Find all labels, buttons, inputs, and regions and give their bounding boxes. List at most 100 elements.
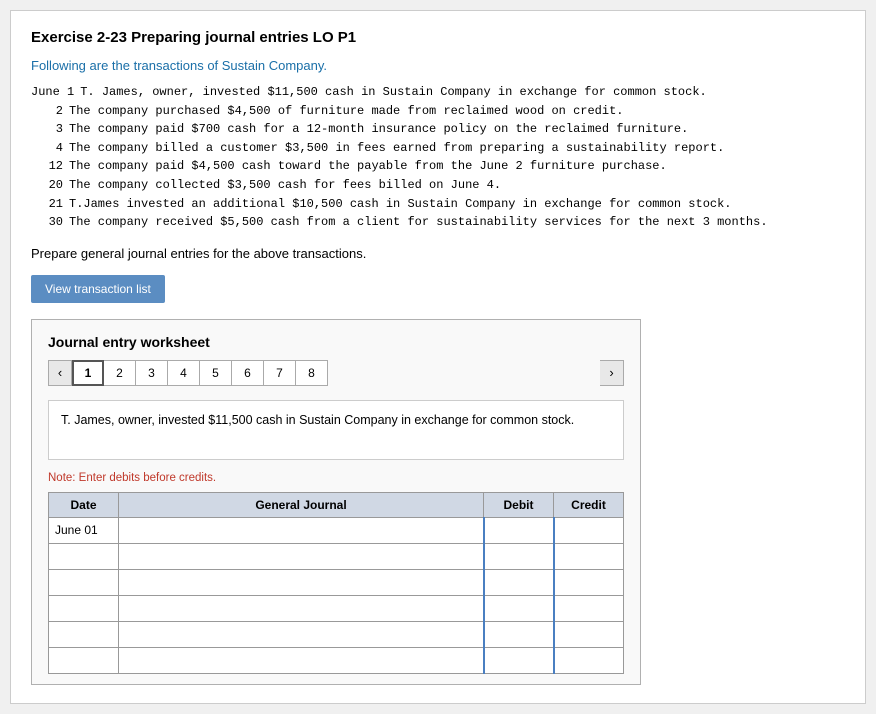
cell-journal[interactable] [119,569,484,595]
cell-credit[interactable] [554,517,624,543]
cell-debit[interactable] [484,621,554,647]
worksheet-box: Journal entry worksheet ‹ 12345678 › T. … [31,319,641,685]
worksheet-title: Journal entry worksheet [48,334,624,350]
tabs-row: ‹ 12345678 › [48,360,624,386]
debit-input[interactable] [491,544,547,569]
tabs-container: 12345678 [72,360,328,386]
journal-input[interactable] [125,622,477,647]
transaction-text: T.James invested an additional $10,500 c… [69,195,845,214]
transaction-text: The company purchased $4,500 of furnitur… [69,102,845,121]
cell-journal[interactable] [119,621,484,647]
credit-input[interactable] [561,518,618,543]
transaction-text: The company collected $3,500 cash for fe… [69,176,845,195]
journal-tbody: June 01 [49,517,624,673]
journal-table: Date General Journal Debit Credit June 0… [48,492,624,674]
cell-credit[interactable] [554,543,624,569]
transaction-text: The company paid $700 cash for a 12-mont… [69,120,845,139]
transaction-text: The company billed a customer $3,500 in … [69,139,845,158]
cell-date [49,595,119,621]
transaction-description: T. James, owner, invested $11,500 cash i… [48,400,624,460]
cell-debit[interactable] [484,569,554,595]
table-row [49,647,624,673]
cell-date [49,647,119,673]
credit-input[interactable] [561,596,618,621]
cell-date: June 01 [49,517,119,543]
transaction-line: 3The company paid $700 cash for a 12-mon… [31,120,845,139]
cell-date [49,621,119,647]
cell-date [49,543,119,569]
debit-input[interactable] [491,648,547,673]
cell-debit[interactable] [484,647,554,673]
col-header-credit: Credit [554,492,624,517]
col-header-date: Date [49,492,119,517]
journal-input[interactable] [125,544,477,569]
debit-input[interactable] [491,596,547,621]
transaction-line: 30The company received $5,500 cash from … [31,213,845,232]
cell-debit[interactable] [484,543,554,569]
transaction-num: 21 [31,195,69,214]
cell-debit[interactable] [484,517,554,543]
transactions-block: June 1T. James, owner, invested $11,500 … [31,83,845,232]
cell-credit[interactable] [554,569,624,595]
tab-button-7[interactable]: 7 [264,360,296,386]
tab-button-2[interactable]: 2 [104,360,136,386]
tab-prev-button[interactable]: ‹ [48,360,72,386]
page-container: Exercise 2-23 Preparing journal entries … [10,10,866,704]
transaction-num: 4 [31,139,69,158]
tab-button-8[interactable]: 8 [296,360,328,386]
cell-debit[interactable] [484,595,554,621]
table-row [49,569,624,595]
cell-credit[interactable] [554,647,624,673]
debit-input[interactable] [491,518,547,543]
transaction-num: 3 [31,120,69,139]
exercise-title: Exercise 2-23 Preparing journal entries … [31,29,845,46]
transaction-line: June 1T. James, owner, invested $11,500 … [31,83,845,102]
tab-button-6[interactable]: 6 [232,360,264,386]
transaction-num: 12 [31,157,69,176]
table-row: June 01 [49,517,624,543]
debit-input[interactable] [491,622,547,647]
transaction-num: 2 [31,102,69,121]
tab-button-1[interactable]: 1 [72,360,104,386]
credit-input[interactable] [561,570,618,595]
cell-credit[interactable] [554,621,624,647]
transaction-line: 20The company collected $3,500 cash for … [31,176,845,195]
cell-journal[interactable] [119,543,484,569]
credit-input[interactable] [561,622,618,647]
col-header-journal: General Journal [119,492,484,517]
tab-next-button[interactable]: › [600,360,624,386]
transaction-text: The company paid $4,500 cash toward the … [69,157,845,176]
prepare-text: Prepare general journal entries for the … [31,246,845,261]
table-row [49,543,624,569]
journal-input[interactable] [125,648,477,673]
table-row [49,621,624,647]
cell-journal[interactable] [119,595,484,621]
transaction-line: 12The company paid $4,500 cash toward th… [31,157,845,176]
journal-input[interactable] [125,518,477,543]
journal-input[interactable] [125,596,477,621]
intro-text: Following are the transactions of Sustai… [31,58,845,73]
transaction-num: June 1 [31,83,80,102]
transaction-text: The company received $5,500 cash from a … [69,213,845,232]
col-header-debit: Debit [484,492,554,517]
tab-button-5[interactable]: 5 [200,360,232,386]
transaction-line: 4The company billed a customer $3,500 in… [31,139,845,158]
tab-button-3[interactable]: 3 [136,360,168,386]
credit-input[interactable] [561,544,618,569]
transaction-line: 2The company purchased $4,500 of furnitu… [31,102,845,121]
debit-input[interactable] [491,570,547,595]
transaction-num: 30 [31,213,69,232]
tab-button-4[interactable]: 4 [168,360,200,386]
transaction-num: 20 [31,176,69,195]
credit-input[interactable] [561,648,618,673]
transaction-line: 21T.James invested an additional $10,500… [31,195,845,214]
cell-date [49,569,119,595]
table-row [49,595,624,621]
view-transaction-list-button[interactable]: View transaction list [31,275,165,303]
transaction-text: T. James, owner, invested $11,500 cash i… [80,83,845,102]
journal-input[interactable] [125,570,477,595]
note-text: Note: Enter debits before credits. [48,472,624,484]
cell-journal[interactable] [119,517,484,543]
cell-credit[interactable] [554,595,624,621]
cell-journal[interactable] [119,647,484,673]
